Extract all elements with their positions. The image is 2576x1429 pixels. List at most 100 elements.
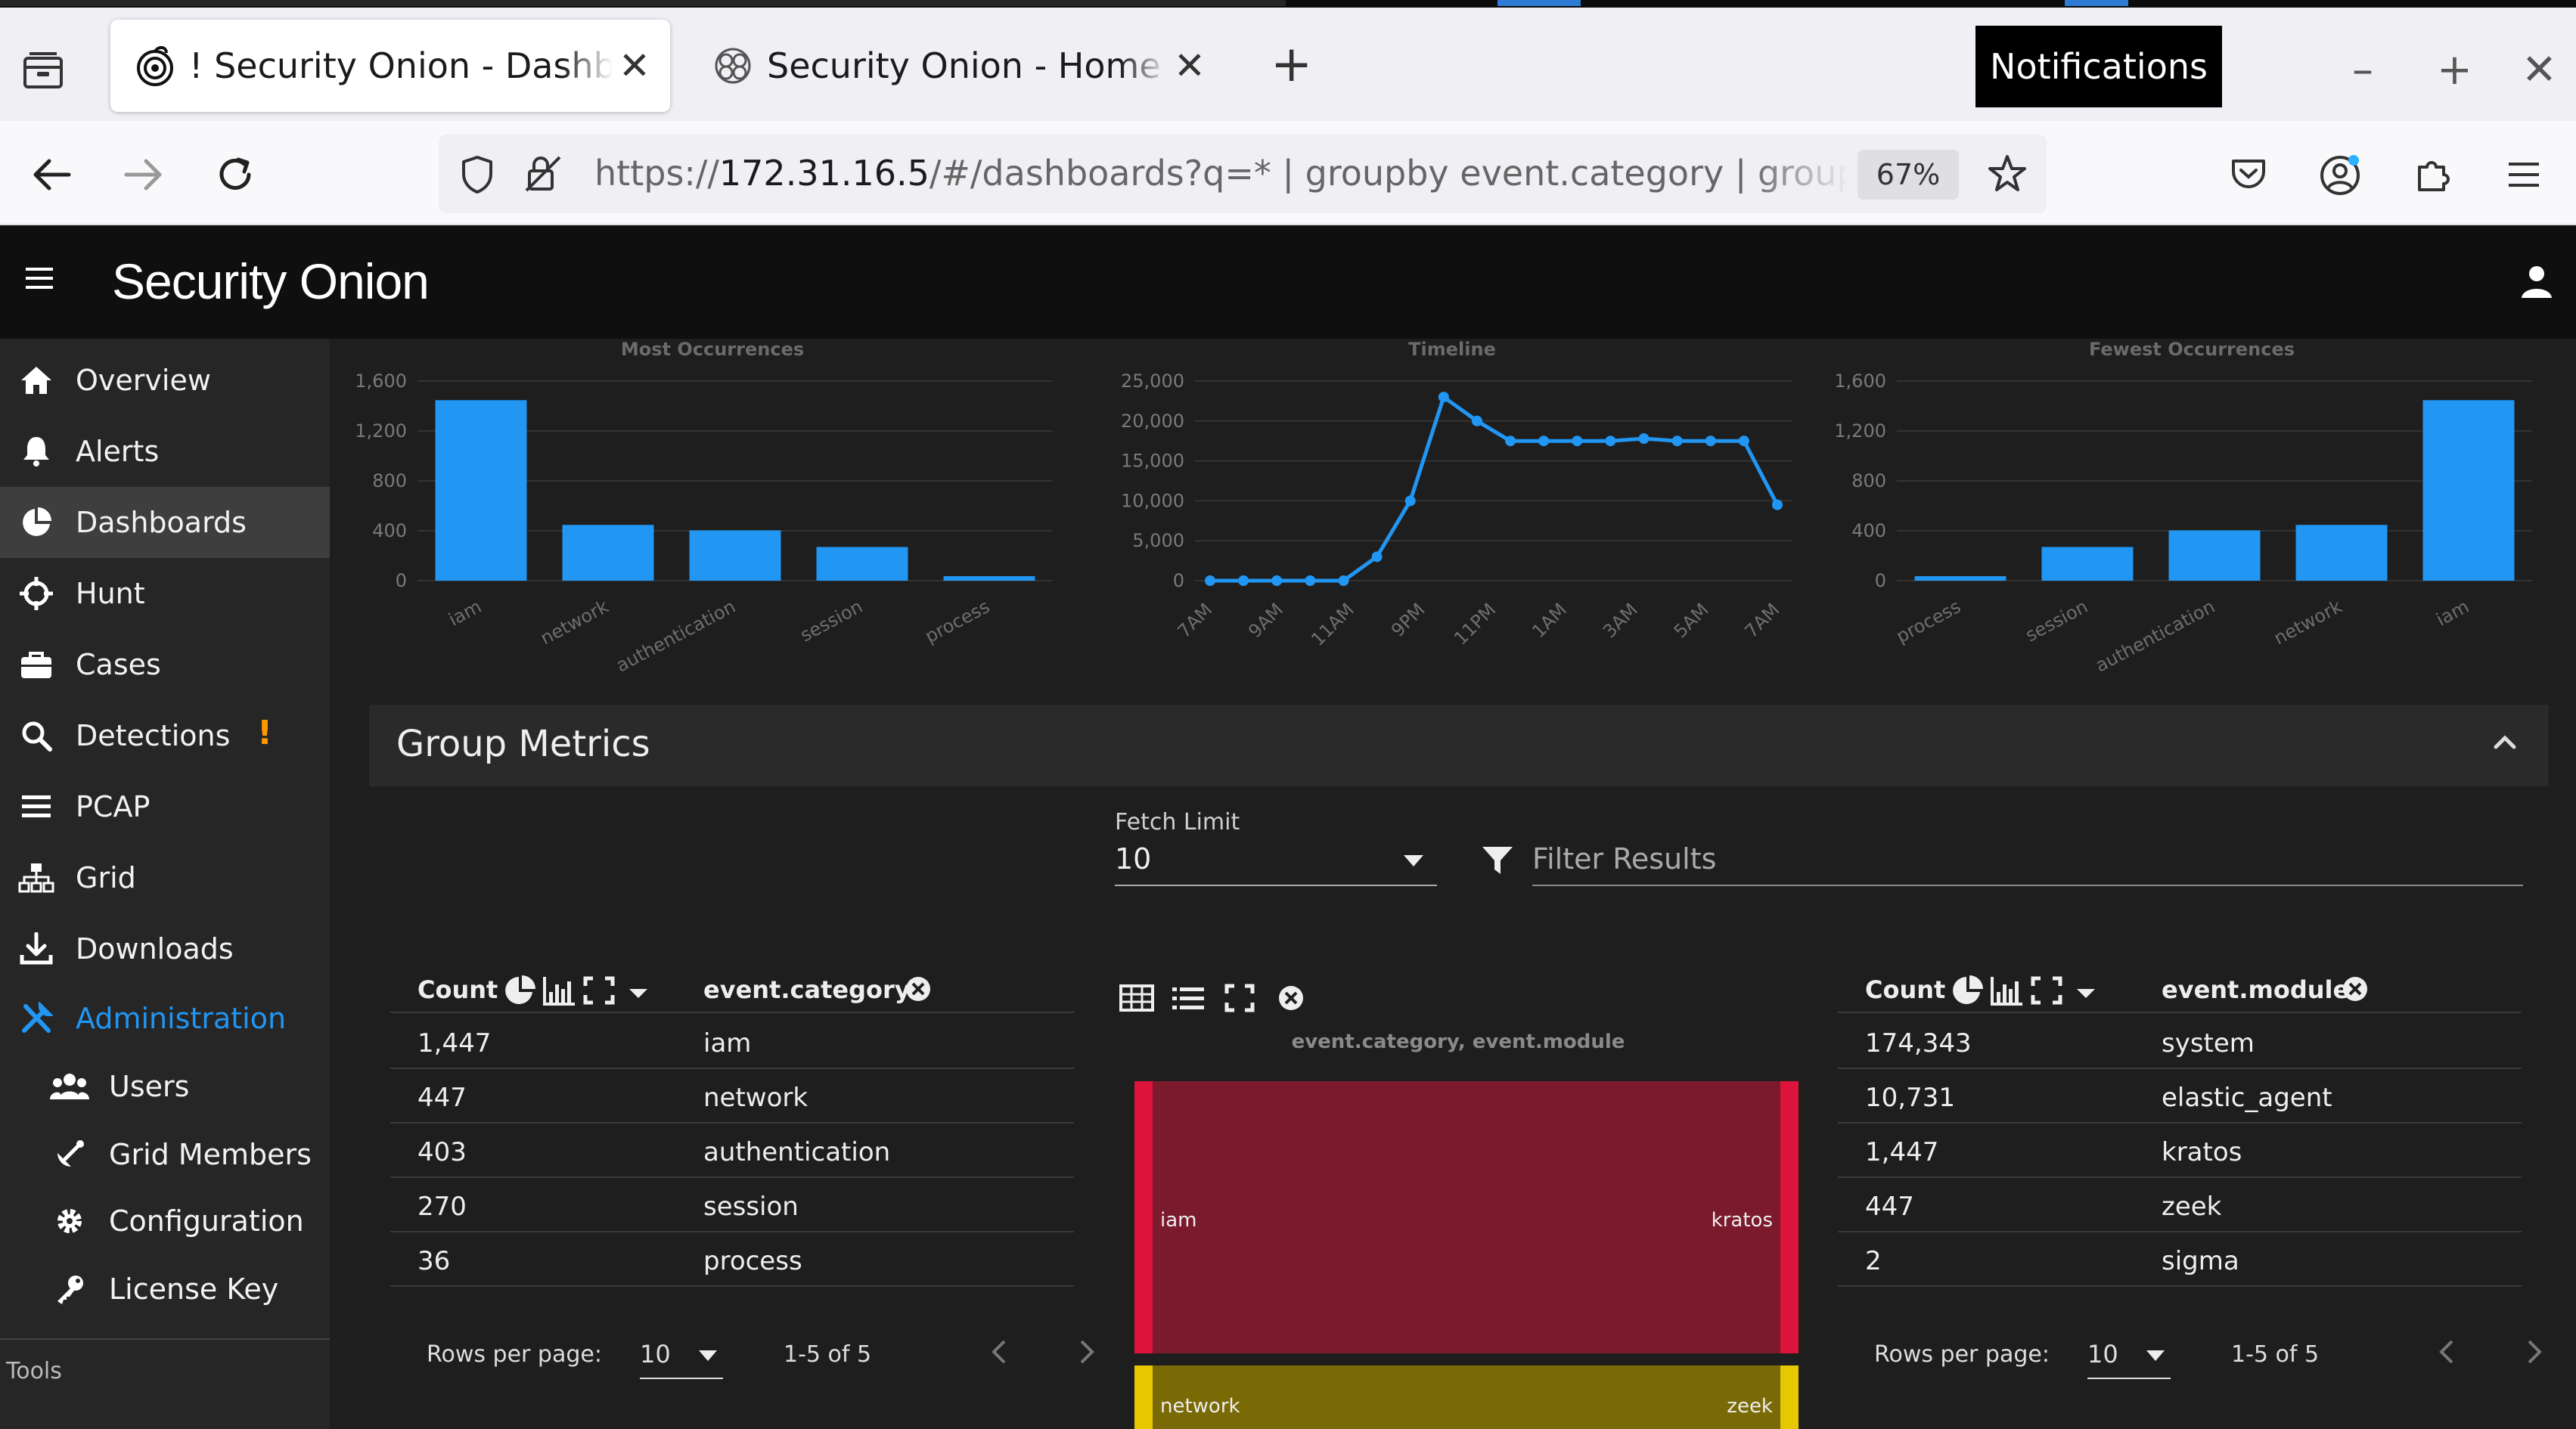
group-metrics-header[interactable]: Group Metrics xyxy=(369,705,2549,786)
caret-down-icon[interactable] xyxy=(2145,1349,2166,1362)
table-row[interactable]: 270 session xyxy=(390,1178,1074,1232)
table-row[interactable]: 2 sigma xyxy=(1838,1232,2522,1287)
address-bar[interactable]: https://172.31.16.5/#/dashboards?q=* | g… xyxy=(439,135,2047,213)
sidebar-item-users[interactable]: Users xyxy=(0,1051,330,1122)
table-row[interactable]: 447 zeek xyxy=(1838,1178,2522,1232)
sidebar-item-grid-members[interactable]: Grid Members xyxy=(0,1119,330,1190)
chevron-left-icon[interactable] xyxy=(988,1337,1010,1367)
fullscreen-icon[interactable] xyxy=(582,975,616,1006)
sankey-node-kratos[interactable] xyxy=(1780,1081,1799,1353)
fullscreen-icon[interactable] xyxy=(2030,975,2063,1006)
list-view-icon[interactable] xyxy=(1169,980,1207,1016)
filter-results-input[interactable]: Filter Results xyxy=(1532,842,1716,876)
timeline-point[interactable] xyxy=(1671,436,1683,447)
timeline-point[interactable] xyxy=(1438,392,1449,403)
timeline-point[interactable] xyxy=(1305,575,1316,586)
table-row[interactable]: 174,343 system xyxy=(1838,1015,2522,1069)
close-tab-icon[interactable]: ✕ xyxy=(619,44,650,88)
caret-down-icon[interactable] xyxy=(1402,853,1425,868)
bar-process[interactable] xyxy=(1914,576,2006,581)
chevron-left-icon[interactable] xyxy=(2435,1337,2458,1367)
app-menu-button[interactable] xyxy=(2497,148,2550,201)
sankey-node-iam[interactable] xyxy=(1134,1081,1153,1353)
timeline-point[interactable] xyxy=(1371,551,1383,563)
close-tab-icon[interactable]: ✕ xyxy=(1174,44,1206,88)
table-row[interactable]: 447 network xyxy=(390,1069,1074,1124)
sankey-node-network[interactable] xyxy=(1134,1365,1153,1429)
table-row[interactable]: 1,447 iam xyxy=(390,1015,1074,1069)
pie-chart-icon[interactable] xyxy=(1951,975,1985,1006)
timeline-point[interactable] xyxy=(1638,433,1650,445)
sankey-flow-iam-kratos[interactable] xyxy=(1134,1081,1808,1353)
remove-group-icon[interactable] xyxy=(905,975,932,1003)
timeline-point[interactable] xyxy=(1271,575,1283,586)
bar-session[interactable] xyxy=(816,547,908,581)
fullscreen-icon[interactable] xyxy=(1221,980,1259,1016)
browser-tab-dashboards[interactable]: ! Security Onion - Dashboards ✕ xyxy=(110,20,670,112)
sidebar-item-pcap[interactable]: PCAP xyxy=(0,771,330,842)
sidebar-item-downloads[interactable]: Downloads xyxy=(0,913,330,984)
remove-group-icon[interactable] xyxy=(1272,980,1310,1016)
sidebar-item-detections[interactable]: Detections ! xyxy=(0,700,330,771)
bookmark-star-icon[interactable] xyxy=(1986,153,2028,195)
shield-icon[interactable] xyxy=(460,154,495,195)
sidebar-item-administration[interactable]: Administration xyxy=(0,983,330,1054)
reload-button[interactable] xyxy=(209,148,262,201)
timeline-point[interactable] xyxy=(1772,499,1783,510)
rows-per-page-select[interactable]: 10 xyxy=(640,1340,671,1369)
sidebar-item-dashboards[interactable]: Dashboards xyxy=(0,487,330,558)
table-row[interactable]: 36 process xyxy=(390,1232,1074,1287)
timeline-point[interactable] xyxy=(1705,436,1716,447)
sidebar-item-grid[interactable]: Grid xyxy=(0,842,330,913)
bar-iam[interactable] xyxy=(435,400,527,581)
sankey-node-zeek[interactable] xyxy=(1780,1365,1799,1429)
caret-down-icon[interactable] xyxy=(2069,975,2103,1006)
brand-logo[interactable]: Security Onion xyxy=(112,253,430,310)
bar-process[interactable] xyxy=(943,576,1035,581)
extensions-button[interactable] xyxy=(2407,148,2460,201)
chevron-right-icon[interactable] xyxy=(1075,1337,1098,1367)
chevron-right-icon[interactable] xyxy=(2523,1337,2546,1367)
caret-down-icon[interactable] xyxy=(622,975,655,1006)
rows-per-page-select[interactable]: 10 xyxy=(2087,1340,2118,1369)
timeline-point[interactable] xyxy=(1471,415,1482,426)
bar-session[interactable] xyxy=(2041,547,2134,581)
bar-iam[interactable] xyxy=(2422,400,2515,581)
bar-chart-icon[interactable] xyxy=(1991,975,2024,1006)
bar-network[interactable] xyxy=(2295,525,2388,581)
pie-chart-icon[interactable] xyxy=(504,975,537,1006)
timeline-point[interactable] xyxy=(1738,436,1749,447)
account-button[interactable] xyxy=(2314,148,2367,201)
close-window-button[interactable]: ✕ xyxy=(2522,44,2557,97)
bar-chart-icon[interactable] xyxy=(543,975,576,1006)
sidebar-item-hunt[interactable]: Hunt xyxy=(0,558,330,629)
sidebar-item-license-key[interactable]: License Key xyxy=(0,1254,330,1325)
timeline-point[interactable] xyxy=(1538,436,1550,447)
sidebar-item-cases[interactable]: Cases xyxy=(0,629,330,700)
bar-authentication[interactable] xyxy=(689,530,781,581)
remove-group-icon[interactable] xyxy=(2342,975,2369,1003)
count-column-header[interactable]: Count xyxy=(1865,975,1945,1004)
forward-button[interactable] xyxy=(116,148,169,201)
maximize-window-button[interactable]: + xyxy=(2437,44,2472,97)
sidebar-item-overview[interactable]: Overview xyxy=(0,345,330,416)
nav-menu-toggle[interactable] xyxy=(23,263,57,296)
table-view-icon[interactable] xyxy=(1118,980,1156,1016)
insecure-lock-icon[interactable] xyxy=(522,153,564,195)
minimize-window-button[interactable]: – xyxy=(2352,44,2373,97)
sidebar-item-alerts[interactable]: Alerts xyxy=(0,416,330,487)
field-column-header[interactable]: event.category xyxy=(703,975,911,1004)
count-column-header[interactable]: Count xyxy=(417,975,498,1004)
tab-overview-icon[interactable] xyxy=(17,44,70,97)
table-row[interactable]: 1,447 kratos xyxy=(1838,1124,2522,1178)
timeline-point[interactable] xyxy=(1572,436,1583,447)
zoom-level-badge[interactable]: 67% xyxy=(1858,150,1959,200)
pocket-button[interactable] xyxy=(2222,148,2275,201)
caret-down-icon[interactable] xyxy=(697,1349,718,1362)
timeline-point[interactable] xyxy=(1404,495,1416,507)
back-button[interactable] xyxy=(26,148,79,201)
timeline-point[interactable] xyxy=(1505,436,1516,447)
bar-network[interactable] xyxy=(562,525,654,581)
fetch-limit-select[interactable]: 10 xyxy=(1115,842,1151,876)
sidebar-item-configuration[interactable]: Configuration xyxy=(0,1186,330,1257)
